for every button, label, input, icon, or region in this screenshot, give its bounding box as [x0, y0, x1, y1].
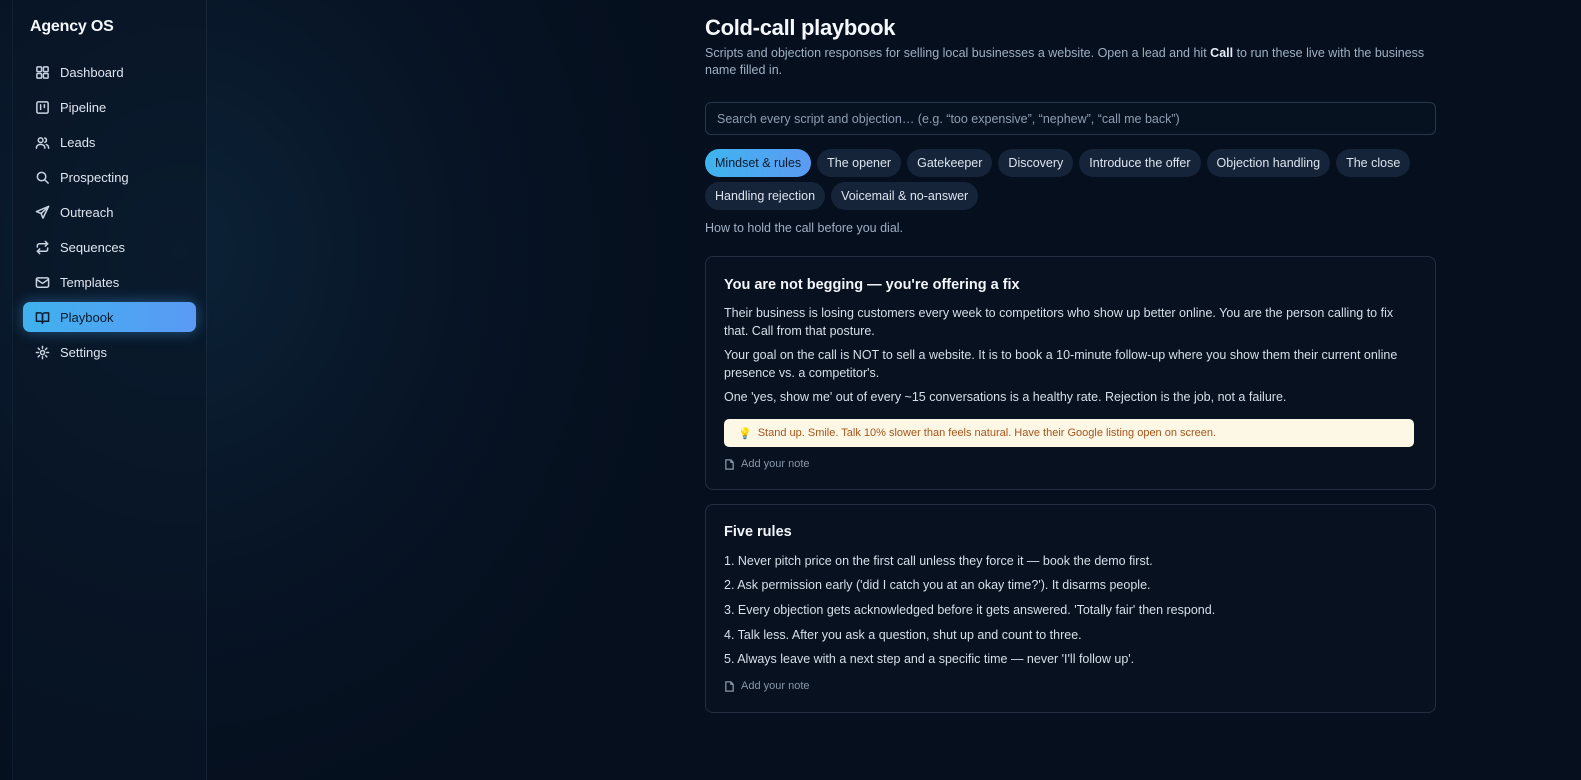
tab-objection-handling[interactable]: Objection handling: [1206, 149, 1331, 177]
rule-item: 5. Always leave with a next step and a s…: [724, 652, 1135, 666]
sidebar-item-label: Templates: [60, 274, 120, 290]
tab-discovery[interactable]: Discovery: [998, 149, 1074, 177]
search-icon: [34, 169, 50, 185]
sidebar-item-label: Outreach: [60, 204, 114, 220]
page-title: Cold-call playbook: [705, 15, 896, 40]
playbook-card: Five rules 1. Never pitch price on the f…: [705, 504, 1436, 713]
sidebar-item-label: Dashboard: [60, 64, 124, 80]
tab-introduce-offer[interactable]: Introduce the offer: [1079, 149, 1201, 177]
repeat-icon: [34, 239, 50, 255]
sidebar-item-label: Sequences: [60, 239, 126, 255]
playbook-card: You are not begging — you're offering a …: [705, 256, 1436, 490]
add-note-button[interactable]: Add your note: [724, 458, 810, 470]
rule-item: 3. Every objection gets acknowledged bef…: [724, 603, 1216, 617]
users-icon: [34, 134, 50, 150]
sidebar-item-pipeline[interactable]: Pipeline: [23, 92, 196, 122]
tip-text: Stand up. Smile. Talk 10% slower than fe…: [757, 427, 1217, 439]
tip-callout: 💡 Stand up. Smile. Talk 10% slower than …: [724, 419, 1414, 447]
add-note-label: Add your note: [741, 458, 810, 470]
mail-icon: [34, 274, 50, 290]
card-paragraph: Your goal on the call is NOT to sell a w…: [724, 348, 1398, 380]
tab-mindset-rules[interactable]: Mindset & rules: [705, 149, 812, 177]
rule-item: 1. Never pitch price on the first call u…: [724, 554, 1153, 568]
tab-handling-rejection[interactable]: Handling rejection: [705, 182, 826, 210]
subtitle-call-keyword: Call: [1210, 46, 1234, 60]
lightbulb-icon: 💡: [738, 427, 752, 440]
sidebar-nav: Dashboard Pipeline Leads Prospecting Out…: [23, 57, 196, 372]
sidebar-item-sequences[interactable]: Sequences: [23, 232, 196, 262]
sidebar-item-dashboard[interactable]: Dashboard: [23, 57, 196, 87]
book-icon: [34, 309, 50, 325]
tab-close[interactable]: The close: [1336, 149, 1411, 177]
pipeline-icon: [34, 99, 50, 115]
brand-name: Agency OS: [30, 18, 114, 35]
sidebar-item-outreach[interactable]: Outreach: [23, 197, 196, 227]
sidebar-item-label: Pipeline: [60, 99, 107, 115]
section-tabs: Mindset & rules The opener Gatekeeper Di…: [705, 149, 1436, 215]
sidebar: Agency OS Dashboard Pipeline Leads Prosp…: [12, 0, 207, 780]
card-title: Five rules: [724, 524, 792, 540]
add-note-label: Add your note: [741, 680, 810, 692]
subtitle-text: Scripts and objection responses for sell…: [705, 46, 1211, 60]
tab-gatekeeper[interactable]: Gatekeeper: [907, 149, 993, 177]
add-note-button[interactable]: Add your note: [724, 680, 810, 692]
card-paragraph: One 'yes, show me' out of every ~15 conv…: [724, 390, 1287, 404]
sidebar-item-settings[interactable]: Settings: [23, 337, 196, 367]
sidebar-item-prospecting[interactable]: Prospecting: [23, 162, 196, 192]
rule-item: 4. Talk less. After you ask a question, …: [724, 628, 1082, 642]
sidebar-item-label: Playbook: [60, 309, 114, 325]
card-paragraph: Their business is losing customers every…: [724, 306, 1394, 338]
sidebar-item-label: Prospecting: [60, 169, 129, 185]
note-icon: [725, 458, 734, 470]
section-description: How to hold the call before you dial.: [705, 221, 904, 235]
page-subtitle: Scripts and objection responses for sell…: [705, 45, 1436, 79]
card-title: You are not begging — you're offering a …: [724, 277, 1020, 293]
note-icon: [725, 680, 734, 692]
search-input[interactable]: [705, 102, 1436, 135]
sidebar-item-templates[interactable]: Templates: [23, 267, 196, 297]
rule-item: 2. Ask permission early ('did I catch yo…: [724, 578, 1151, 592]
sidebar-item-label: Leads: [60, 134, 96, 150]
sidebar-item-leads[interactable]: Leads: [23, 127, 196, 157]
sidebar-item-playbook[interactable]: Playbook: [23, 302, 196, 332]
sidebar-item-label: Settings: [60, 344, 107, 360]
tab-voicemail[interactable]: Voicemail & no-answer: [831, 182, 979, 210]
gear-icon: [34, 344, 50, 360]
dashboard-icon: [34, 64, 50, 80]
tab-opener[interactable]: The opener: [817, 149, 902, 177]
send-icon: [34, 204, 50, 220]
